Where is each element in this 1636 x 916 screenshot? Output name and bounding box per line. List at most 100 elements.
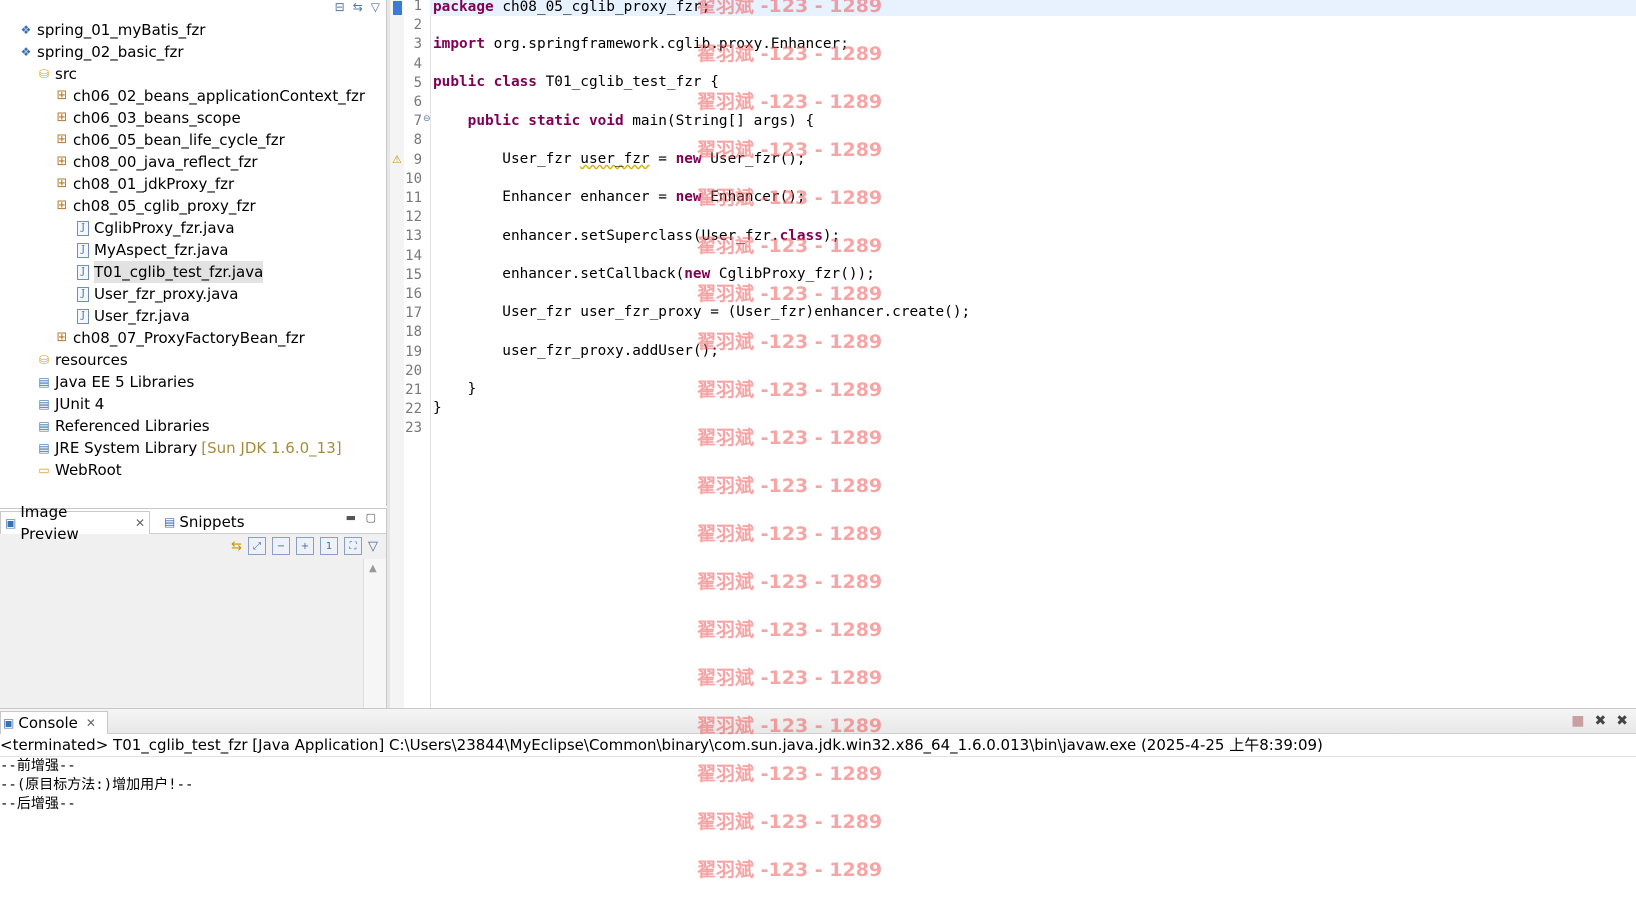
tree-item-label: ch08_07_ProxyFactoryBean_fzr [73,329,305,347]
keyword: new [684,266,711,282]
code-text: CglibProxy_fzr()); [710,266,875,282]
image-preview-view: ▣ Image Preview ✕ ▤ Snippets ▬ ▢ ⇆ ⤢ − +… [0,503,387,709]
source-folder-icon: ⛁ [38,353,50,367]
minimize-icon[interactable]: ▬ [346,511,356,524]
tree-item[interactable]: ⊞ ch08_00_java_reflect_fzr [54,151,258,173]
close-icon[interactable]: ✕ [135,512,145,534]
maximize-icon[interactable]: ▢ [366,511,376,524]
tree-item[interactable]: ❖ spring_01_myBatis_fzr [18,19,206,41]
unused-variable[interactable]: user_fzr [580,151,649,167]
fold-toggle-icon[interactable]: ⊖ [423,114,431,124]
sync-icon[interactable]: ⇆ [231,539,242,554]
tree-item[interactable]: ▤ Referenced Libraries [36,415,210,437]
fit-image-icon[interactable]: ⤢ [248,537,266,555]
tree-item[interactable]: ⊞ ch08_05_cglib_proxy_fzr [54,195,256,217]
line-number: 18 [405,324,422,341]
line-number: 14 [405,247,422,264]
fit-window-icon[interactable]: ⛶ [344,537,362,555]
code-text: = [649,151,676,167]
tree-item-label: Referenced Libraries [55,417,210,435]
view-menu-icon[interactable]: ▽ [368,539,378,554]
preview-scrollbar[interactable]: ▲ [363,559,386,709]
zoom-in-icon[interactable]: + [296,537,314,555]
package-icon: ⊞ [56,132,68,147]
line-number: 5 [413,74,422,91]
actual-size-icon[interactable]: 1 [320,537,338,555]
code-line-11: Enhancer enhancer = new Enhancer(); [433,188,805,207]
tree-item-label: ch08_01_jdkProxy_fzr [73,175,235,193]
scroll-up-icon[interactable]: ▲ [369,563,377,574]
tree-item[interactable]: ⊞ ch06_03_beans_scope [54,107,241,129]
code-text: enhancer.setSuperclass(User_fzr. [433,228,780,244]
java-editor[interactable]: ⚠ ⊖ 1 2 3 4 5 6 7 8 9 10 11 12 13 14 15 16 17 18 19 20 21 22 2… [390,0,1636,708]
tree-item-label: spring_02_basic_fzr [37,43,184,61]
tree-item[interactable]: J CglibProxy_fzr.java [74,217,235,239]
collapse-all-icon[interactable]: ⊟ [335,0,345,14]
line-number: 17 [405,305,422,322]
keyword: public static void [467,113,624,129]
tree-item-label: T01_cglib_test_fzr.java [94,261,264,283]
package-explorer: ⊟ ⇆ ▽ ❖ spring_01_myBatis_fzr ❖ spring_02_b… [0,0,387,506]
tree-item[interactable]: ⊞ ch06_05_bean_life_cycle_fzr [54,129,285,151]
terminate-icon[interactable]: ■ [1571,713,1584,729]
tree-item[interactable]: ⊞ ch06_02_beans_applicationContext_fzr [54,85,365,107]
tree-item[interactable]: ⊞ ch08_07_ProxyFactoryBean_fzr [54,327,305,349]
code-text: User_fzr(); [701,151,806,167]
keyword: public class [433,74,537,90]
package-icon: ⊞ [56,154,68,169]
close-icon[interactable]: ✕ [86,712,96,734]
tree-item-label: ch08_00_java_reflect_fzr [73,153,258,171]
preview-canvas [0,559,362,709]
explorer-toolbar: ⊟ ⇆ ▽ [335,0,380,14]
console-status-line: <terminated> T01_cglib_test_fzr [Java Ap… [0,734,1636,757]
code-text: main(String[] args) { [623,113,815,129]
warning-icon[interactable]: ⚠ [392,153,402,166]
tab-console[interactable]: ▣ Console ✕ [0,711,108,734]
library-icon: ▤ [38,419,50,433]
link-with-editor-icon[interactable]: ⇆ [353,0,363,14]
code-line-19: user_fzr_proxy.addUser(); [433,343,719,359]
tab-image-preview-label: Image Preview [20,503,79,543]
tree-item[interactable]: ⛁ resources [36,349,128,371]
zoom-out-icon[interactable]: − [272,537,290,555]
console-tabbar: ▣ Console ✕ ■ ✖ ✖ [0,709,1636,734]
line-number: 2 [413,17,422,34]
code-line-3: import org.springframework.cglib.proxy.E… [433,35,849,54]
keyword: new [675,189,702,205]
tree-item[interactable]: J MyAspect_fzr.java [74,239,228,261]
tree-item[interactable]: ⛁ src [36,63,77,85]
tree-item-label: ch08_05_cglib_proxy_fzr [73,197,256,215]
line-number: 6 [413,94,422,110]
remove-all-terminated-icon[interactable]: ✖ [1616,713,1628,729]
snippets-icon: ▤ [164,515,176,529]
tree-item[interactable]: J User_fzr.java [74,305,190,327]
tree-item-label: resources [55,351,128,369]
tree-item-label: ch06_05_bean_life_cycle_fzr [73,131,285,149]
tree-item-label: src [55,65,77,83]
package-icon: ⊞ [56,198,68,213]
tree-item[interactable]: ▤ JRE System Library [Sun JDK 1.6.0_13] [36,437,341,459]
tree-item[interactable]: ⊞ ch08_01_jdkProxy_fzr [54,173,235,195]
line-number: 9 [413,151,422,168]
tree-item[interactable]: ▤ JUnit 4 [36,393,104,415]
java-file-icon: J [77,286,89,302]
tree-item-label: ch06_02_beans_applicationContext_fzr [73,87,366,105]
keyword: new [675,151,702,167]
tab-snippets[interactable]: ▤ Snippets [160,511,249,533]
tree-item[interactable]: J T01_cglib_test_fzr.java [74,261,264,283]
line-numbers: ⊖ 1 2 3 4 5 6 7 8 9 10 11 12 13 14 15 16 17 18 19 20 21 22 23 [404,0,431,708]
project-icon: ❖ [20,45,32,59]
remove-launch-icon[interactable]: ✖ [1595,713,1607,729]
tree-item-label: MyAspect_fzr.java [94,241,229,259]
tree-item[interactable]: J User_fzr_proxy.java [74,283,238,305]
view-menu-icon[interactable]: ▽ [371,0,380,14]
line-number: 7 [413,113,422,130]
tree-item[interactable]: ▤ Java EE 5 Libraries [36,371,194,393]
console-output-line: --前增强-- [0,758,76,774]
tree-item[interactable]: ▭ WebRoot [36,459,121,481]
line-number: 8 [413,132,422,149]
tree-item-label: JRE System Library [55,439,198,457]
tree-item[interactable]: ❖ spring_02_basic_fzr [18,41,184,63]
tab-image-preview[interactable]: ▣ Image Preview ✕ [0,503,150,543]
